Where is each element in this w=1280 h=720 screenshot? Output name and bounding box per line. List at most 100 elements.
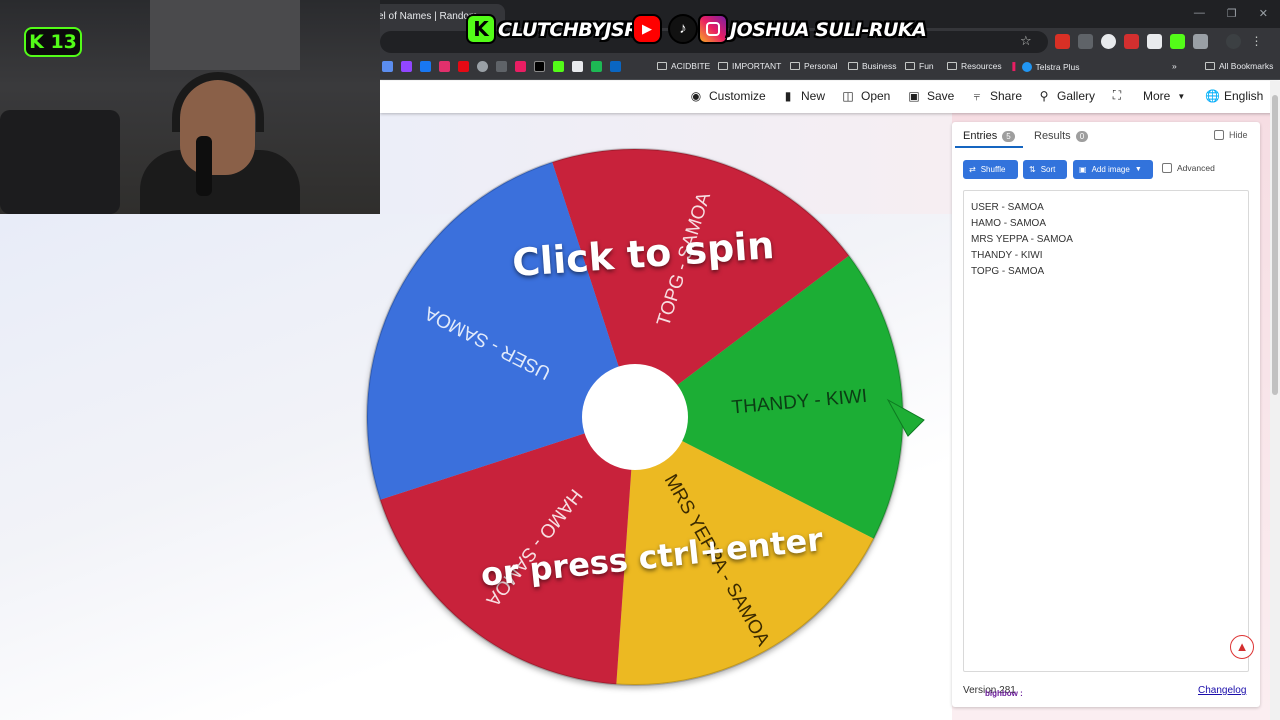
menu-dots-icon[interactable]: ⋮ — [1249, 34, 1264, 49]
language-label: English — [1224, 89, 1264, 103]
tab-entries[interactable]: Entries 5 — [963, 130, 1015, 142]
folder-icon — [790, 62, 800, 70]
entries-count-badge: 5 — [1002, 130, 1015, 142]
search-icon: ⚲ — [1039, 89, 1049, 103]
bookmark-all-bookmarks[interactable]: All Bookmarks — [1205, 61, 1273, 71]
headphones-icon — [172, 72, 264, 132]
facebook-icon[interactable] — [420, 61, 431, 72]
pdf-icon[interactable]: ▲ — [1230, 635, 1254, 659]
hide-checkbox[interactable] — [1214, 130, 1224, 140]
webcam-background — [150, 0, 300, 70]
new-label: New — [801, 89, 826, 103]
hide-toggle[interactable]: Hide — [1214, 130, 1248, 140]
social-handle: JOSHUA SULI-RUKA — [730, 19, 927, 41]
pdf-extension-icon[interactable] — [1124, 34, 1139, 49]
fullscreen-button[interactable]: ⛶ — [1111, 89, 1123, 101]
bookmark-important[interactable]: IMPORTANT — [718, 61, 781, 71]
tab-results[interactable]: Results 0 — [1034, 130, 1089, 142]
fullscreen-icon: ⛶ — [1112, 88, 1122, 102]
telstra-logo-icon — [1021, 61, 1032, 72]
instagram-logo-icon — [698, 14, 728, 44]
restore-icon[interactable]: ❐ — [1227, 7, 1237, 20]
bookmark-star-icon[interactable]: ☆ — [1020, 33, 1032, 49]
bookmark-acidbite[interactable]: ACIDBITE — [657, 61, 710, 71]
scrollbar-thumb[interactable] — [1272, 95, 1278, 395]
image-icon: ▣ — [1079, 165, 1087, 174]
results-count-badge: 0 — [1075, 130, 1089, 142]
webcam-overlay: K 13 — [0, 0, 380, 214]
minimize-icon[interactable]: — — [1194, 7, 1205, 20]
close-icon[interactable]: ✕ — [1259, 7, 1268, 20]
advanced-toggle[interactable]: Advanced — [1162, 163, 1215, 173]
instagram-icon[interactable] — [439, 61, 450, 72]
bookmark-resources[interactable]: Resources — [947, 61, 1002, 71]
puzzle-icon[interactable] — [1193, 34, 1208, 49]
microphone-icon — [196, 136, 212, 196]
save-label: Save — [927, 89, 955, 103]
floppy-icon: ▣ — [908, 89, 920, 103]
entries-textarea[interactable]: USER - SAMOA HAMO - SAMOA MRS YEPPA - SA… — [963, 190, 1249, 672]
entry-line: THANDY - KIWI — [971, 250, 1043, 261]
netflix-icon[interactable] — [458, 61, 469, 72]
kick-badge: K 13 — [24, 27, 82, 57]
extension-icon[interactable] — [1078, 34, 1093, 49]
bookmarks-overflow[interactable]: » — [1172, 61, 1177, 71]
entry-line: USER - SAMOA — [971, 202, 1044, 213]
bookmark-icon[interactable] — [515, 61, 526, 72]
kick-icon[interactable] — [553, 61, 564, 72]
profile-avatar[interactable] — [1226, 34, 1241, 49]
bookmark-label: Resources — [961, 61, 1002, 71]
extension-icon[interactable] — [1170, 34, 1185, 49]
advanced-checkbox[interactable] — [1162, 163, 1172, 173]
language-button[interactable]: 🌐 English — [1205, 89, 1263, 103]
add-image-button[interactable]: ▣ Add image ▼ — [1073, 160, 1153, 179]
adblock-icon[interactable] — [1055, 34, 1070, 49]
sort-button[interactable]: ⇅ Sort — [1023, 160, 1067, 179]
hq-icon[interactable] — [496, 61, 507, 72]
more-button[interactable]: More ▼ — [1143, 89, 1185, 103]
bookmark-icon[interactable] — [401, 61, 412, 72]
linkedin-icon[interactable] — [610, 61, 621, 72]
folder-icon — [905, 62, 915, 70]
sort-label: Sort — [1040, 165, 1056, 174]
folder-open-icon: ◫ — [842, 89, 854, 103]
customize-button[interactable]: ◉ Customize — [690, 89, 766, 103]
wheel-center-hub[interactable] — [582, 364, 688, 470]
chat-emote-overlay: bighbow : — [985, 689, 1023, 698]
sort-icon: ⇅ — [1029, 165, 1036, 174]
gallery-label: Gallery — [1057, 89, 1096, 103]
bookmark-business[interactable]: Business — [848, 61, 897, 71]
extension-icon[interactable] — [1147, 34, 1162, 49]
open-button[interactable]: ◫ Open — [842, 89, 890, 103]
changelog-link[interactable]: Changelog — [1198, 685, 1246, 696]
x-icon[interactable] — [534, 61, 545, 72]
kick-handle: CLUTCHBYJSR — [498, 19, 639, 41]
bookmark-icon[interactable] — [382, 61, 393, 72]
spin-wheel[interactable]: TOPG - SAMOATHANDY - KIWIMRS YEPPA - SAM… — [350, 130, 930, 710]
share-button[interactable]: ⫧ Share — [971, 89, 1022, 103]
shuffle-label: Shuffle — [980, 165, 1006, 174]
acidbite-icon — [657, 62, 667, 70]
gallery-button[interactable]: ⚲ Gallery — [1038, 89, 1095, 103]
new-button[interactable]: ▮ New — [782, 89, 825, 103]
share-icon: ⫧ — [973, 89, 981, 103]
bookmark-label: All Bookmarks — [1219, 61, 1274, 71]
shuffle-button[interactable]: ⇄ Shuffle — [963, 160, 1018, 179]
palette-icon: ◉ — [690, 89, 702, 103]
extension-icon[interactable] — [1101, 34, 1116, 49]
extension-icons: ⋮ — [1055, 34, 1264, 49]
bookmark-icon[interactable] — [477, 61, 488, 72]
hide-label: Hide — [1229, 130, 1248, 140]
bookmark-fun[interactable]: Fun — [905, 61, 934, 71]
save-button[interactable]: ▣ Save — [908, 89, 954, 103]
tab-results-label: Results — [1034, 130, 1071, 142]
bookmark-icon[interactable] — [572, 61, 583, 72]
tiktok-icon: ♪ — [668, 14, 698, 44]
bookmark-personal[interactable]: Personal — [790, 61, 838, 71]
customize-label: Customize — [709, 89, 766, 103]
chevron-double-right-icon: » — [1172, 61, 1177, 71]
bookmark-icon[interactable] — [591, 61, 602, 72]
folder-icon — [1205, 62, 1215, 70]
bookmark-label: ACIDBITE — [671, 61, 711, 71]
bookmark-telstra[interactable]: ❚ Telstra Plus — [1010, 61, 1079, 72]
